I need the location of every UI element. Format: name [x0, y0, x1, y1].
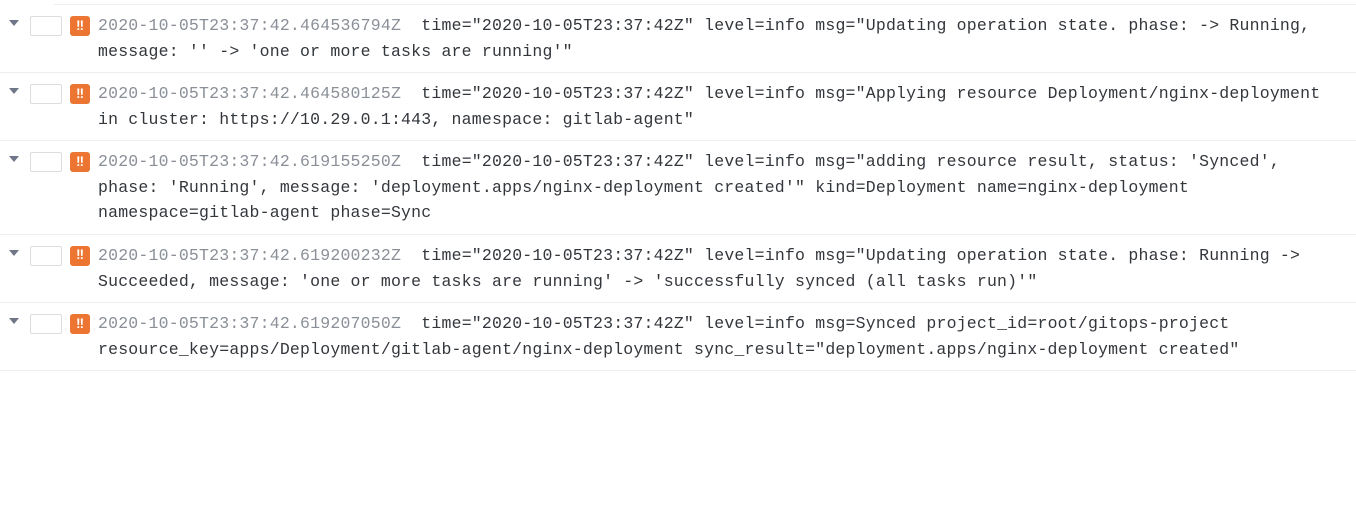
log-timestamp: 2020-10-05T23:37:42.619200232Z	[98, 246, 401, 265]
chevron-down-icon[interactable]	[6, 151, 22, 167]
log-content: 2020-10-05T23:37:42.464580125Z time="202…	[98, 81, 1346, 132]
log-row[interactable]: !! 2020-10-05T23:37:42.619200232Z time="…	[0, 235, 1356, 303]
log-content: 2020-10-05T23:37:42.464536794Z time="202…	[98, 13, 1346, 64]
log-timestamp: 2020-10-05T23:37:42.619207050Z	[98, 314, 401, 333]
log-row-gutter: !!	[6, 243, 90, 266]
log-row[interactable]: !! 2020-10-05T23:37:42.619207050Z time="…	[0, 303, 1356, 371]
warning-badge-icon: !!	[70, 314, 90, 334]
severity-colorbox[interactable]	[30, 152, 62, 172]
chevron-down-icon[interactable]	[6, 245, 22, 261]
warning-badge-icon: !!	[70, 84, 90, 104]
log-content: 2020-10-05T23:37:42.619200232Z time="202…	[98, 243, 1346, 294]
log-row-gutter: !!	[6, 13, 90, 36]
severity-colorbox[interactable]	[30, 16, 62, 36]
chevron-down-icon[interactable]	[6, 313, 22, 329]
log-row-gutter: !!	[6, 81, 90, 104]
log-list: !! 2020-10-05T23:37:42.464536794Z time="…	[0, 0, 1356, 371]
log-timestamp: 2020-10-05T23:37:42.464580125Z	[98, 84, 401, 103]
chevron-down-icon[interactable]	[6, 15, 22, 31]
log-timestamp: 2020-10-05T23:37:42.464536794Z	[98, 16, 401, 35]
severity-colorbox[interactable]	[30, 84, 62, 104]
log-timestamp: 2020-10-05T23:37:42.619155250Z	[98, 152, 401, 171]
log-row[interactable]: !! 2020-10-05T23:37:42.619155250Z time="…	[0, 141, 1356, 235]
log-row[interactable]: !! 2020-10-05T23:37:42.464580125Z time="…	[0, 73, 1356, 141]
log-content: 2020-10-05T23:37:42.619207050Z time="202…	[98, 311, 1346, 362]
log-row[interactable]: !! 2020-10-05T23:37:42.464536794Z time="…	[0, 5, 1356, 73]
log-row-gutter: !!	[6, 149, 90, 172]
chevron-down-icon[interactable]	[6, 83, 22, 99]
warning-badge-icon: !!	[70, 246, 90, 266]
log-content: 2020-10-05T23:37:42.619155250Z time="202…	[98, 149, 1346, 226]
warning-badge-icon: !!	[70, 16, 90, 36]
severity-colorbox[interactable]	[30, 246, 62, 266]
log-row-gutter: !!	[6, 311, 90, 334]
warning-badge-icon: !!	[70, 152, 90, 172]
severity-colorbox[interactable]	[30, 314, 62, 334]
